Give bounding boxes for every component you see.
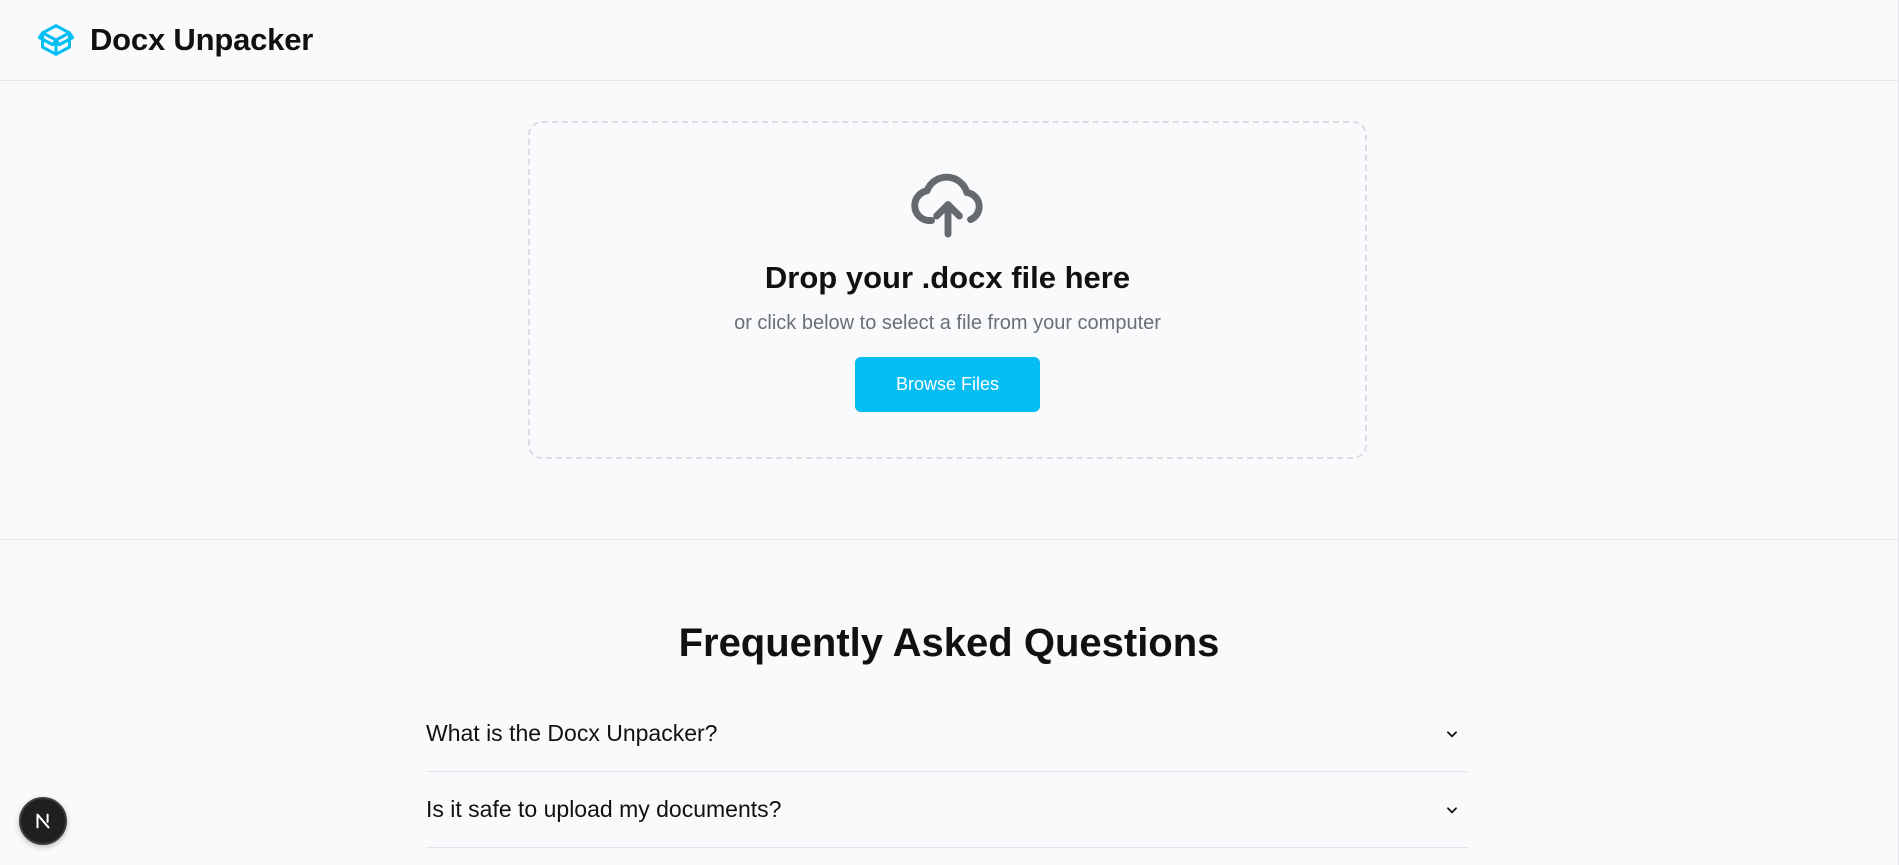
brand-title: Docx Unpacker: [90, 22, 314, 57]
upload-section: Drop your .docx file here or click below…: [0, 81, 1898, 540]
faq-item[interactable]: What is the Docx Unpacker?: [426, 696, 1468, 772]
page: Docx Unpacker Drop your .docx file here …: [0, 0, 1899, 865]
faq-title: Frequently Asked Questions: [678, 621, 1220, 665]
faq-list: What is the Docx Unpacker? Is it safe to…: [426, 696, 1468, 848]
chevron-down-icon: [1444, 802, 1460, 818]
app-header: Docx Unpacker: [0, 0, 1898, 81]
drop-subtitle: or click below to select a file from you…: [734, 312, 1161, 334]
drop-title: Drop your .docx file here: [764, 260, 1131, 295]
file-dropzone[interactable]: Drop your .docx file here or click below…: [528, 121, 1367, 459]
next-logo-icon[interactable]: [19, 797, 67, 845]
open-box-icon: [37, 21, 75, 59]
faq-item[interactable]: Is it safe to upload my documents?: [426, 772, 1468, 848]
chevron-down-icon: [1444, 726, 1460, 742]
cloud-upload-icon: [908, 168, 988, 240]
faq-question: What is the Docx Unpacker?: [426, 720, 718, 746]
browse-files-button[interactable]: Browse Files: [855, 357, 1040, 412]
faq-question: Is it safe to upload my documents?: [426, 796, 782, 822]
